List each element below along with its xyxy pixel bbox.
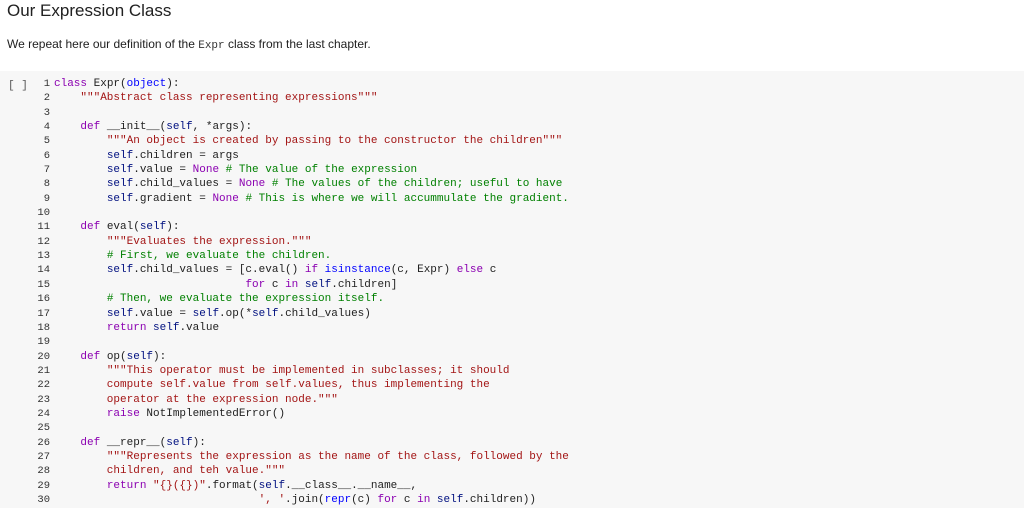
line-number: 25 <box>37 422 50 435</box>
code-text: def __repr__(self): <box>80 436 206 449</box>
code-line: 22 compute self.value from self.values, … <box>0 378 1024 392</box>
code-text: """Evaluates the expression.""" <box>106 235 312 248</box>
code-line: 5 """An object is created by passing to … <box>0 134 1024 148</box>
intro-text-before: We repeat here our definition of the <box>7 37 199 51</box>
code-line: 9 self.gradient = None # This is where w… <box>0 192 1024 206</box>
line-number: 16 <box>37 293 50 306</box>
code-text: raise NotImplementedError() <box>106 407 286 420</box>
code-text: """Abstract class representing expressio… <box>80 92 378 105</box>
line-number: 21 <box>37 364 50 377</box>
code-text: return self.value <box>106 321 220 334</box>
code-line: 24 raise NotImplementedError() <box>0 407 1024 421</box>
line-number: 20 <box>37 350 50 363</box>
code-text: self.children = args <box>106 149 239 162</box>
intro-text-after: class from the last chapter. <box>224 37 371 51</box>
line-number: 6 <box>43 149 50 162</box>
code-line: 26 def __repr__(self): <box>0 436 1024 450</box>
code-line: 19 <box>0 335 1024 349</box>
code-text: operator at the expression node.""" <box>54 393 338 406</box>
code-text: for c in self.children] <box>245 278 398 291</box>
code-line: 16 # Then, we evaluate the expression it… <box>0 292 1024 306</box>
code-line: 4 def __init__(self, *args): <box>0 120 1024 134</box>
code-line: 20 def op(self): <box>0 350 1024 364</box>
line-number: 18 <box>37 321 50 334</box>
line-number: 10 <box>37 207 50 220</box>
code-line: 14 self.child_values = [c.eval() if isin… <box>0 263 1024 277</box>
code-text: children, and teh value.""" <box>54 465 286 478</box>
line-number: 8 <box>43 178 50 191</box>
line-number: 29 <box>37 479 50 492</box>
code-line: 1 class Expr(object): <box>0 77 1024 91</box>
code-text: ', '.join(repr(c) for c in self.children… <box>258 493 536 506</box>
line-number: 4 <box>43 121 50 134</box>
line-number: 11 <box>37 221 50 234</box>
code-line: 17 self.value = self.op(*self.child_valu… <box>0 307 1024 321</box>
line-number: 3 <box>43 106 50 119</box>
code-text: self.gradient = None # This is where we … <box>106 192 569 205</box>
code-line: 21 """This operator must be implemented … <box>0 364 1024 378</box>
code-text: """This operator must be implemented in … <box>106 364 510 377</box>
code-text: def op(self): <box>80 350 167 363</box>
code-text: self.value = None # The value of the exp… <box>106 164 418 177</box>
line-number: 17 <box>37 307 50 320</box>
line-number: 1 <box>43 78 50 90</box>
code-line: 3 <box>0 106 1024 120</box>
code-text: # Then, we evaluate the expression itsel… <box>106 293 385 306</box>
line-number: 23 <box>37 393 50 406</box>
code-line: 18 return self.value <box>0 321 1024 335</box>
line-number: 27 <box>37 450 50 463</box>
code-line: 29 return "{}({})".format(self.__class__… <box>0 479 1024 493</box>
code-line: 10 <box>0 206 1024 220</box>
code-line: 8 self.child_values = None # The values … <box>0 177 1024 191</box>
code-line: 27 """Represents the expression as the n… <box>0 450 1024 464</box>
code-text: self.child_values = [c.eval() if isinsta… <box>106 264 497 277</box>
code-text: def __init__(self, *args): <box>80 121 253 134</box>
code-text: # First, we evaluate the children. <box>106 250 332 263</box>
code-text: """An object is created by passing to th… <box>106 135 563 148</box>
code-line: 2 """Abstract class representing express… <box>0 91 1024 105</box>
code-text: self.child_values = None # The values of… <box>106 178 563 191</box>
page-title: Our Expression Class <box>7 1 172 20</box>
line-number: 26 <box>37 436 50 449</box>
line-number: 15 <box>37 278 50 291</box>
line-number: 5 <box>43 135 50 148</box>
line-number: 9 <box>43 192 50 205</box>
code-line: 13 # First, we evaluate the children. <box>0 249 1024 263</box>
line-number: 7 <box>43 164 50 177</box>
code-line: 15 for c in self.children] <box>0 278 1024 292</box>
code-line: 6 self.children = args <box>0 149 1024 163</box>
line-number: 22 <box>37 379 50 392</box>
line-number: 14 <box>37 264 50 277</box>
line-number: 19 <box>37 336 50 349</box>
code-line: 7 self.value = None # The value of the e… <box>0 163 1024 177</box>
line-number: 12 <box>37 235 50 248</box>
code-line: 11 def eval(self): <box>0 220 1024 234</box>
code-text: self.value = self.op(*self.child_values) <box>106 307 371 320</box>
code-text: """Represents the expression as the name… <box>106 450 569 463</box>
code-text: def eval(self): <box>80 221 180 234</box>
line-number: 28 <box>37 465 50 478</box>
code-text: compute self.value from self.values, thu… <box>54 379 490 392</box>
code-editor[interactable]: 1 class Expr(object): 2 """Abstract class … <box>0 77 1024 507</box>
intro-paragraph: We repeat here our definition of the Exp… <box>7 37 371 52</box>
code-line: 12 """Evaluates the expression.""" <box>0 235 1024 249</box>
code-line: 30 ', '.join(repr(c) for c in self.child… <box>0 493 1024 507</box>
code-cell[interactable]: [ ] 1 class Expr(object): 2 """Abstract cl… <box>0 71 1024 508</box>
code-line: 28 children, and teh value.""" <box>0 464 1024 478</box>
line-number: 24 <box>37 407 50 420</box>
code-line: 23 operator at the expression node.""" <box>0 393 1024 407</box>
code-text: return "{}({})".format(self.__class__.__… <box>106 479 418 492</box>
code-line: 25 <box>0 421 1024 435</box>
line-number: 30 <box>37 493 50 506</box>
intro-code: Expr <box>198 40 225 52</box>
line-number: 13 <box>37 250 50 263</box>
code-text: class Expr(object): <box>54 78 180 90</box>
line-number: 2 <box>43 92 50 105</box>
